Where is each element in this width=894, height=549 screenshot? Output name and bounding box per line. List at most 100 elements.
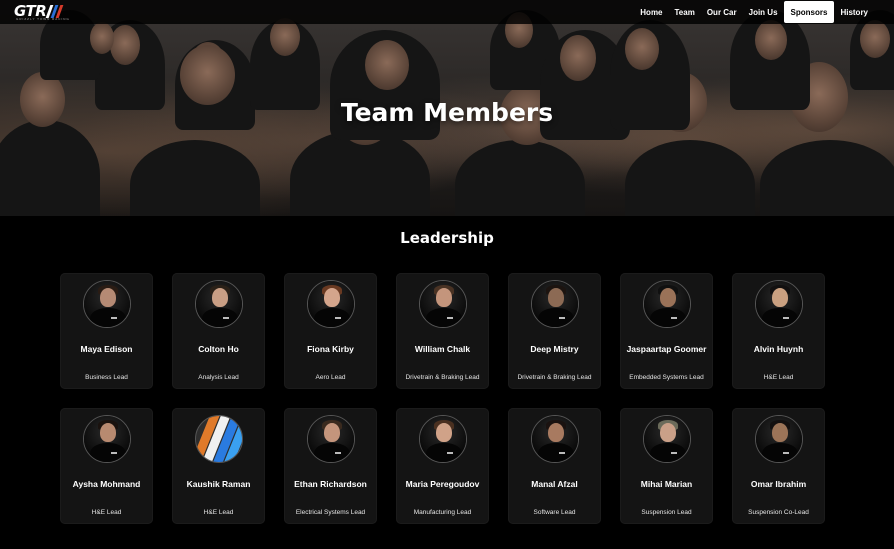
member-avatar xyxy=(306,280,355,328)
member-role: Aero Lead xyxy=(315,374,346,381)
avatar-body xyxy=(425,443,462,462)
member-card[interactable]: Deep Mistry Drivetrain & Braking Lead xyxy=(508,273,601,389)
member-card[interactable]: Kaushik Raman H&E Lead xyxy=(172,408,265,524)
avatar-placeholder-stripes xyxy=(194,415,243,463)
avatar-face xyxy=(211,288,228,307)
shirt-logo-icon xyxy=(110,452,117,454)
member-avatar xyxy=(306,415,355,463)
hero-person-silhouette xyxy=(760,140,894,216)
avatar-body xyxy=(89,443,126,462)
member-card[interactable]: Colton Ho Analysis Lead xyxy=(172,273,265,389)
member-avatar xyxy=(194,280,243,328)
hero-person-head xyxy=(755,20,787,60)
avatar-body xyxy=(649,308,686,327)
member-card[interactable]: Maria Peregoudov Manufacturing Lead xyxy=(396,408,489,524)
member-name: Ethan Richardson xyxy=(294,479,367,489)
main-nav: Home Team Our Car Join Us Sponsors History xyxy=(634,0,874,24)
member-avatar xyxy=(418,415,467,463)
member-name: Aysha Mohmand xyxy=(72,479,141,489)
avatar-body xyxy=(89,308,126,327)
member-name: Jaspaartap Goomer xyxy=(626,344,707,354)
avatar-face xyxy=(547,423,564,442)
shirt-logo-icon xyxy=(446,452,453,454)
avatar-face xyxy=(771,288,788,307)
hero-person-head xyxy=(625,28,659,70)
shirt-logo-icon xyxy=(558,452,565,454)
nav-item-history[interactable]: History xyxy=(834,0,874,24)
avatar-face xyxy=(99,423,116,442)
member-card[interactable]: William Chalk Drivetrain & Braking Lead xyxy=(396,273,489,389)
member-role: Electrical Systems Lead xyxy=(295,509,366,516)
avatar-body xyxy=(537,308,574,327)
shirt-logo-icon xyxy=(670,317,677,319)
avatar-face xyxy=(771,423,788,442)
nav-item-team[interactable]: Team xyxy=(669,0,701,24)
avatar-body xyxy=(313,443,350,462)
logo-stripes-icon xyxy=(45,4,64,18)
member-name: Maya Edison xyxy=(80,344,133,354)
shirt-logo-icon xyxy=(334,452,341,454)
member-role: Suspension Co-Lead xyxy=(748,509,809,516)
shirt-logo-icon xyxy=(670,452,677,454)
member-avatar xyxy=(82,280,131,328)
member-card[interactable]: Alvin Huynh H&E Lead xyxy=(732,273,825,389)
member-role: Software Lead xyxy=(533,509,576,516)
member-card[interactable]: Jaspaartap Goomer Embedded Systems Lead xyxy=(620,273,713,389)
member-name: Mihai Marian xyxy=(640,479,693,489)
member-name: Maria Peregoudov xyxy=(405,479,480,489)
nav-item-sponsors[interactable]: Sponsors xyxy=(783,1,835,23)
hero-person-silhouette xyxy=(130,140,260,216)
avatar-face xyxy=(99,288,116,307)
gtr-logo[interactable]: GTR GRIZZLY TOWN RACING xyxy=(14,1,70,21)
hero-person-head xyxy=(365,40,409,90)
member-avatar xyxy=(754,280,803,328)
member-card[interactable]: Mihai Marian Suspension Lead xyxy=(620,408,713,524)
member-avatar xyxy=(530,415,579,463)
member-name: Omar Ibrahim xyxy=(750,479,807,489)
avatar-body xyxy=(201,308,238,327)
shirt-logo-icon xyxy=(222,317,229,319)
shirt-logo-icon xyxy=(334,317,341,319)
leadership-grid: Maya Edison Business Lead Colton Ho Analysi… xyxy=(60,273,830,524)
nav-item-join-us[interactable]: Join Us xyxy=(743,0,784,24)
nav-item-our-car[interactable]: Our Car xyxy=(701,0,743,24)
member-card[interactable]: Fiona Kirby Aero Lead xyxy=(284,273,377,389)
member-avatar xyxy=(642,415,691,463)
member-card[interactable]: Aysha Mohmand H&E Lead xyxy=(60,408,153,524)
member-role: Drivetrain & Braking Lead xyxy=(517,374,592,381)
member-name: Alvin Huynh xyxy=(753,344,804,354)
hero-person-silhouette xyxy=(455,140,585,216)
top-navigation-bar: GTR GRIZZLY TOWN RACING Home Team Our Car J… xyxy=(0,0,894,24)
member-name: Manal Afzal xyxy=(531,479,578,489)
member-role: Embedded Systems Lead xyxy=(629,374,704,381)
member-card[interactable]: Omar Ibrahim Suspension Co-Lead xyxy=(732,408,825,524)
avatar-face xyxy=(323,423,340,442)
member-card[interactable]: Ethan Richardson Electrical Systems Lead xyxy=(284,408,377,524)
avatar-face xyxy=(659,423,676,442)
member-role: Drivetrain & Braking Lead xyxy=(405,374,480,381)
hero-person-silhouette xyxy=(625,140,755,216)
logo-subtext: GRIZZLY TOWN RACING xyxy=(16,17,70,21)
hero-person-silhouette xyxy=(0,120,100,216)
member-name: Kaushik Raman xyxy=(186,479,251,489)
shirt-logo-icon xyxy=(558,317,565,319)
member-name: Fiona Kirby xyxy=(307,344,354,354)
shirt-logo-icon xyxy=(446,317,453,319)
member-avatar xyxy=(418,280,467,328)
member-name: Colton Ho xyxy=(198,344,239,354)
member-avatar xyxy=(754,415,803,463)
member-role: H&E Lead xyxy=(203,509,234,516)
nav-item-home[interactable]: Home xyxy=(634,0,668,24)
avatar-body xyxy=(761,308,798,327)
member-role: Manufacturing Lead xyxy=(413,509,472,516)
member-avatar xyxy=(642,280,691,328)
hero-banner: Team Members xyxy=(0,0,894,216)
avatar-body xyxy=(761,443,798,462)
member-card[interactable]: Manal Afzal Software Lead xyxy=(508,408,601,524)
hero-person-head xyxy=(560,35,596,81)
page-title: Team Members xyxy=(340,98,554,127)
member-card[interactable]: Maya Edison Business Lead xyxy=(60,273,153,389)
avatar-face xyxy=(323,288,340,307)
hero-person-head xyxy=(180,45,235,105)
avatar-body xyxy=(649,443,686,462)
